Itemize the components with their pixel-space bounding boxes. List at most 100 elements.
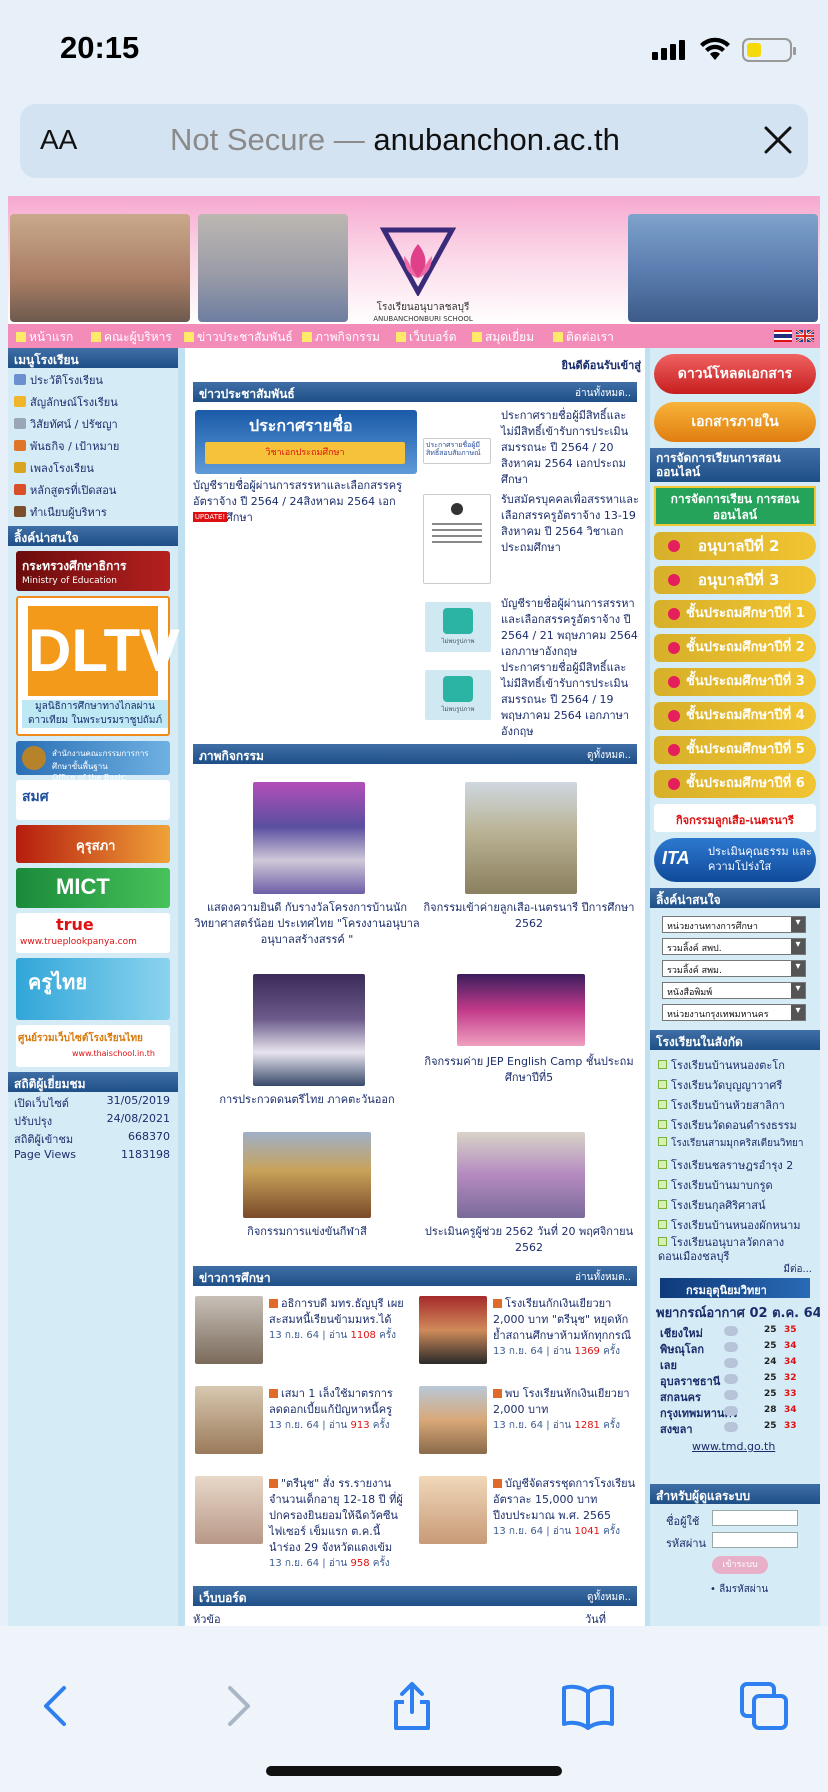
obec-link[interactable]: สำนักงานคณะกรรมการการศึกษาขั้นพื้นฐาน Off… (16, 741, 170, 791)
back-icon[interactable] (30, 1678, 86, 1734)
select-education-agencies[interactable]: หน่วยงานทางการศึกษา (662, 916, 806, 933)
news-link-2[interactable]: รับสมัครบุคคลเพื่อสรรหาและเลือกสรรครูอัต… (501, 492, 641, 556)
gallery-photo-5[interactable] (243, 1132, 371, 1218)
kurusapa-link[interactable]: คุรุสภา (16, 825, 170, 863)
select-bangkok-agencies[interactable]: หน่วยงานกรุงเทพมหานคร (662, 1004, 806, 1021)
grade-p2-button[interactable]: ชั้นประถมศึกษาปีที่ 2 (654, 634, 816, 662)
nav-contact[interactable]: ติดต่อเรา (553, 328, 614, 347)
dltv-link[interactable]: DLTV มูลนิธิการศึกษาทางไกลผ่านดาวเทียม ใ… (16, 596, 180, 736)
edu-thumb-2[interactable] (419, 1296, 487, 1364)
edu-thumb-3[interactable] (195, 1386, 263, 1454)
reader-options-button[interactable]: AA (40, 124, 77, 156)
address-bar[interactable]: AA Not Secure — anubanchon.ac.th (20, 104, 808, 178)
uk-flag-icon[interactable] (796, 330, 814, 342)
nav-guestbook[interactable]: สมุดเยี่ยม (472, 328, 534, 347)
grade-p1-button[interactable]: ชั้นประถมศึกษาปีที่ 1 (654, 600, 816, 628)
edu-news-item-6[interactable]: บัญชีจัดสรรชุดการโรงเรียน อัตราละ 15,000… (493, 1476, 639, 1539)
gallery-caption-2[interactable]: กิจกรรมเข้าค่ายลูกเสือ-เนตรนารี ปีการศึก… (423, 900, 635, 932)
ita-button[interactable]: ITA ประเมินคุณธรรม และความโปร่งใส (654, 838, 816, 882)
school-link[interactable]: โรงเรียนกุลศิริศาสน์ (650, 1194, 820, 1214)
gallery-caption-5[interactable]: กิจกรรมการแข่งขันกีฬาสี (193, 1224, 421, 1240)
online-learning-button[interactable]: การจัดการเรียน การสอนออนไลน์ (654, 486, 816, 526)
gallery-photo-3[interactable] (253, 974, 365, 1086)
login-button[interactable]: เข้าระบบ (712, 1556, 768, 1574)
bookmarks-icon[interactable] (560, 1678, 616, 1734)
read-all-edu-link[interactable]: อ่านทั้งหมด.. (575, 1270, 631, 1285)
forward-icon[interactable] (208, 1678, 264, 1734)
menu-song[interactable]: เพลงโรงเรียน (8, 456, 178, 478)
forgot-password-link[interactable]: • ลืมรหัสผ่าน (710, 1582, 768, 1597)
menu-mission[interactable]: พันธกิจ / เป้าหมาย (8, 434, 178, 456)
school-link[interactable]: โรงเรียนบ้านหนองผักหนาม (650, 1214, 820, 1234)
share-icon[interactable] (384, 1678, 440, 1734)
gallery-caption-4[interactable]: กิจกรรมค่าย JEP English Camp ชั้นประถมศึ… (423, 1054, 635, 1086)
news-link-3[interactable]: บัญชีรายชื่อผู้ผ่านการสรรหาและเลือกสรรคร… (501, 596, 641, 660)
tabs-icon[interactable] (736, 1678, 792, 1734)
edu-news-item-1[interactable]: อธิการบดี มทร.ธัญบุรี เผยสะสมหนี้เรียนข้… (269, 1296, 405, 1343)
gallery-photo-1[interactable] (253, 782, 365, 894)
smk-link[interactable]: สมศ (16, 780, 170, 820)
grade-k2-button[interactable]: อนุบาลปีที่ 2 (654, 532, 816, 560)
gallery-caption-6[interactable]: ประเมินครูผู้ช่วย 2562 วันที่ 20 พฤศจิกา… (423, 1224, 635, 1256)
moe-link[interactable]: กระทรวงศึกษาธิการ Ministry of Education (16, 551, 170, 591)
edu-thumb-6[interactable] (419, 1476, 487, 1544)
select-spm-links[interactable]: รวมลิ้งค์ สพม. (662, 960, 806, 977)
menu-symbol[interactable]: สัญลักษณ์โรงเรียน (8, 390, 178, 412)
gallery-photo-4[interactable] (457, 974, 585, 1046)
true-link[interactable]: true www.trueplookpanya.com (16, 913, 170, 953)
menu-vision[interactable]: วิสัยทัศน์ / ปรัชญา (8, 412, 178, 434)
gallery-photo-6[interactable] (457, 1132, 585, 1218)
grade-p6-button[interactable]: ชั้นประถมศึกษาปีที่ 6 (654, 770, 816, 798)
news-link-4[interactable]: ประกาศรายชื่อผู้มีสิทธิ์และไม่มีสิทธิ์เข… (501, 660, 641, 740)
gallery-caption-3[interactable]: การประกวดดนตรีไทย ภาคตะวันออก (193, 1092, 421, 1108)
internal-documents-button[interactable]: เอกสารภายใน (654, 402, 816, 442)
news-thumb-1[interactable]: ประกาศรายชื่อผู้มีสิทธิ์สอบสัมภาษณ์ (423, 438, 491, 464)
edu-news-item-4[interactable]: พบ โรงเรียนหักเงินเยียวยา 2,000 บาท 13 ก… (493, 1386, 639, 1433)
school-link[interactable]: โรงเรียนชลราษฎรอำรุง 2 (650, 1154, 820, 1174)
thaischool-link[interactable]: ศูนย์รวมเว็บไซต์โรงเรียนไทย www.thaischo… (16, 1025, 170, 1067)
feature-news-image[interactable]: ประกาศรายชื่อ วิชาเอกประถมศึกษา (195, 410, 417, 474)
grade-p5-button[interactable]: ชั้นประถมศึกษาปีที่ 5 (654, 736, 816, 764)
nav-news[interactable]: ข่าวประชาสัมพันธ์ (184, 328, 293, 347)
kruthai-link[interactable]: ครูไทย (16, 958, 170, 1020)
url-text[interactable]: Not Secure — anubanchon.ac.th (170, 122, 620, 158)
download-documents-button[interactable]: ดาวน์โหลดเอกสาร (654, 354, 816, 394)
mict-link[interactable]: MICT (16, 868, 170, 908)
nav-gallery[interactable]: ภาพกิจกรรม (302, 328, 380, 347)
school-link[interactable]: โรงเรียนวัดดอนดำรงธรรม (650, 1114, 820, 1134)
edu-thumb-4[interactable] (419, 1386, 487, 1454)
news-link-1[interactable]: ประกาศรายชื่อผู้มีสิทธิ์และไม่มีสิทธิ์เข… (501, 408, 641, 488)
view-all-webboard-link[interactable]: ดูทั้งหมด.. (587, 1590, 631, 1605)
menu-history[interactable]: ประวัติโรงเรียน (8, 368, 178, 390)
news-thumb-3[interactable]: ไม่พบรูปภาพ (425, 602, 491, 652)
edu-thumb-5[interactable] (195, 1476, 263, 1544)
nav-webboard[interactable]: เว็บบอร์ด (396, 328, 457, 347)
more-schools-link[interactable]: มีต่อ... (783, 1262, 812, 1277)
grade-p3-button[interactable]: ชั้นประถมศึกษาปีที่ 3 (654, 668, 816, 696)
gallery-caption-1[interactable]: แสดงความยินดี กับรางวัลโครงการบ้านนักวิท… (193, 900, 421, 948)
school-link[interactable]: โรงเรียนวัดบุญญาวาศรี (650, 1074, 820, 1094)
select-spp-links[interactable]: รวมลิ้งค์ สพป. (662, 938, 806, 955)
school-link[interactable]: โรงเรียนสามมุกคริสเตียนวิทยา (650, 1134, 820, 1154)
menu-curriculum[interactable]: หลักสูตรที่เปิดสอน (8, 478, 178, 500)
read-all-news-link[interactable]: อ่านทั้งหมด.. (575, 386, 631, 401)
gallery-photo-2[interactable] (465, 782, 577, 894)
news-thumb-4[interactable]: ไม่พบรูปภาพ (425, 670, 491, 720)
news-thumb-2[interactable] (423, 494, 491, 584)
select-newspapers[interactable]: หนังสือพิมพ์ (662, 982, 806, 999)
tmd-link[interactable]: www.tmd.go.th (692, 1440, 775, 1453)
password-field[interactable] (712, 1532, 798, 1548)
school-link[interactable]: โรงเรียนบ้านมาบกรูด (650, 1174, 820, 1194)
grade-p4-button[interactable]: ชั้นประถมศึกษาปีที่ 4 (654, 702, 816, 730)
edu-thumb-1[interactable] (195, 1296, 263, 1364)
school-link[interactable]: โรงเรียนบ้านหนองตะโก (650, 1054, 820, 1074)
scout-activity-button[interactable]: กิจกรรมลูกเสือ-เนตรนารี (654, 804, 816, 832)
nav-home[interactable]: หน้าแรก (16, 328, 73, 347)
edu-news-item-2[interactable]: โรงเรียนกักเงินเยียวยา 2,000 บาท "ตรีนุช… (493, 1296, 639, 1359)
username-field[interactable] (712, 1510, 798, 1526)
nav-administrators[interactable]: คณะผู้บริหาร (91, 328, 172, 347)
menu-directory[interactable]: ทำเนียบผู้บริหาร (8, 500, 178, 522)
grade-k3-button[interactable]: อนุบาลปีที่ 3 (654, 566, 816, 594)
edu-news-item-3[interactable]: เสมา 1 เล็งใช้มาตรการลดดอกเบี้ยแก้ปัญหาห… (269, 1386, 405, 1433)
school-link[interactable]: โรงเรียนบ้านห้วยสาลิกา (650, 1094, 820, 1114)
